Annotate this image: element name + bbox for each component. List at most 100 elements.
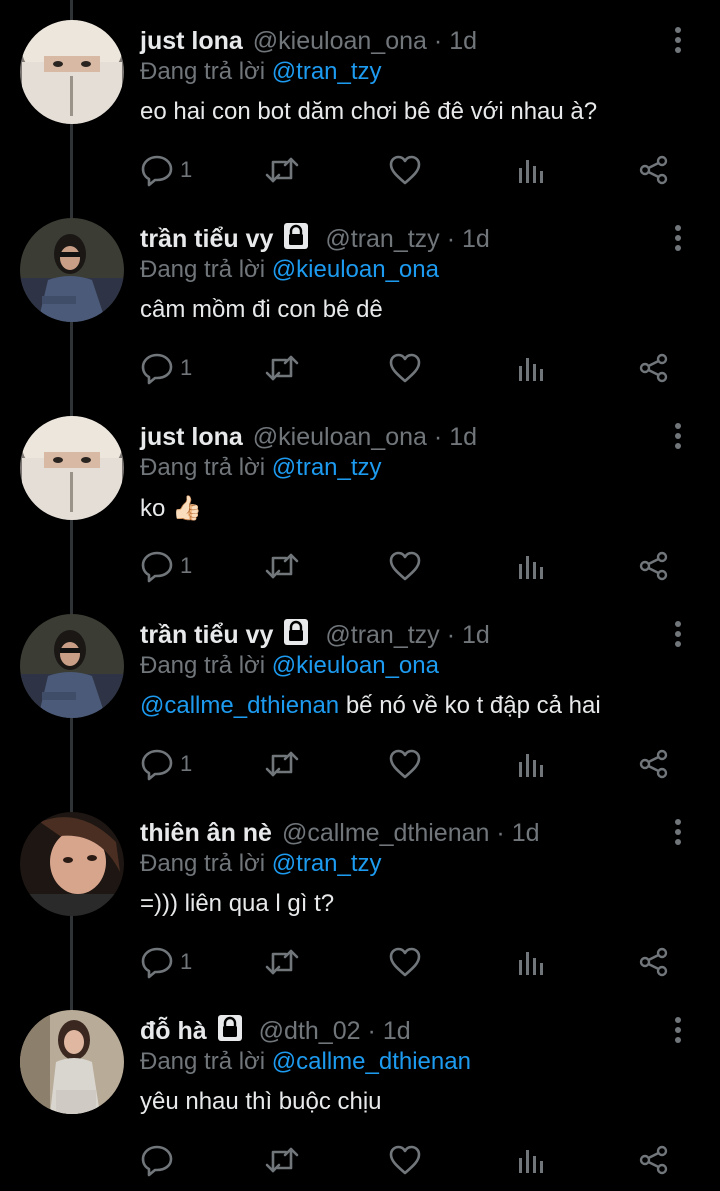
user-handle[interactable]: @kieuloan_ona: [253, 27, 427, 56]
share-icon: [638, 748, 670, 780]
replying-to-handle[interactable]: @callme_dthienan: [272, 1048, 471, 1075]
tweet-header: trần tiểu vy @tran_tzy · 1d: [140, 618, 490, 652]
like-button[interactable]: [388, 746, 422, 782]
avatar-just-lona[interactable]: [20, 20, 124, 124]
retweet-icon: [264, 153, 300, 187]
tweet-actions: 1: [140, 944, 700, 980]
more-icon[interactable]: [668, 1016, 688, 1044]
user-handle[interactable]: @kieuloan_ona: [253, 423, 427, 452]
mention-link[interactable]: @callme_dthienan: [140, 692, 339, 719]
display-name[interactable]: trần tiểu vy: [140, 621, 273, 650]
tweet-actions: 1: [140, 548, 700, 584]
reply-button[interactable]: 1: [140, 152, 192, 188]
user-handle[interactable]: @tran_tzy: [325, 225, 439, 254]
user-handle[interactable]: @callme_dthienan: [282, 819, 489, 848]
tweet-body: =))) liên qua l gì t?: [140, 890, 335, 917]
tweet[interactable]: đỗ hà @dth_02 · 1d Đang trả lời @callme_…: [0, 990, 720, 1188]
tweet[interactable]: thiên ân nè @callme_dthienan · 1d Đang t…: [0, 792, 720, 990]
lock-icon: [283, 222, 309, 257]
retweet-button[interactable]: [264, 1142, 300, 1178]
share-button[interactable]: [638, 350, 670, 386]
avatar-just-lona[interactable]: [20, 416, 124, 520]
views-icon: [516, 749, 546, 779]
more-icon[interactable]: [668, 26, 688, 54]
like-button[interactable]: [388, 350, 422, 386]
more-icon[interactable]: [668, 422, 688, 450]
tweet[interactable]: just lona @kieuloan_ona · 1d Đang trả lờ…: [0, 0, 720, 198]
tweet[interactable]: just lona @kieuloan_ona · 1d Đang trả lờ…: [0, 396, 720, 594]
retweet-button[interactable]: [264, 152, 300, 188]
reply-button[interactable]: 1: [140, 548, 192, 584]
retweet-icon: [264, 747, 300, 781]
replying-to-handle[interactable]: @kieuloan_ona: [272, 652, 439, 679]
user-handle[interactable]: @dth_02: [259, 1017, 361, 1046]
replying-to-handle[interactable]: @tran_tzy: [272, 58, 382, 85]
avatar-tran-tieu-vy[interactable]: [20, 614, 124, 718]
user-handle[interactable]: @tran_tzy: [325, 621, 439, 650]
timestamp[interactable]: 1d: [462, 225, 490, 254]
replying-to: Đang trả lời @tran_tzy: [140, 58, 382, 86]
tweet[interactable]: trần tiểu vy @tran_tzy · 1d Đang trả lời…: [0, 594, 720, 792]
like-icon: [388, 154, 422, 186]
like-button[interactable]: [388, 548, 422, 584]
display-name[interactable]: thiên ân nè: [140, 819, 272, 848]
share-button[interactable]: [638, 944, 670, 980]
replying-to: Đang trả lời @tran_tzy: [140, 850, 382, 878]
like-icon: [388, 946, 422, 978]
more-icon[interactable]: [668, 224, 688, 252]
views-button[interactable]: [516, 944, 546, 980]
timestamp[interactable]: 1d: [449, 27, 477, 56]
views-icon: [516, 947, 546, 977]
retweet-button[interactable]: [264, 548, 300, 584]
share-button[interactable]: [638, 1142, 670, 1178]
share-button[interactable]: [638, 746, 670, 782]
like-button[interactable]: [388, 1142, 422, 1178]
share-button[interactable]: [638, 548, 670, 584]
replying-to-handle[interactable]: @tran_tzy: [272, 454, 382, 481]
reply-button[interactable]: 1: [140, 746, 192, 782]
more-icon[interactable]: [668, 620, 688, 648]
views-icon: [516, 155, 546, 185]
like-button[interactable]: [388, 152, 422, 188]
tweet-header: just lona @kieuloan_ona · 1d: [140, 420, 477, 454]
separator-dot: ·: [446, 224, 456, 253]
replying-to-handle[interactable]: @kieuloan_ona: [272, 256, 439, 283]
views-button[interactable]: [516, 746, 546, 782]
retweet-button[interactable]: [264, 944, 300, 980]
more-icon[interactable]: [668, 818, 688, 846]
timestamp[interactable]: 1d: [449, 423, 477, 452]
timestamp[interactable]: 1d: [462, 621, 490, 650]
views-button[interactable]: [516, 1142, 546, 1178]
retweet-button[interactable]: [264, 746, 300, 782]
replying-to-handle[interactable]: @tran_tzy: [272, 850, 382, 877]
like-button[interactable]: [388, 944, 422, 980]
avatar-tran-tieu-vy[interactable]: [20, 218, 124, 322]
like-icon: [388, 550, 422, 582]
share-button[interactable]: [638, 152, 670, 188]
timestamp[interactable]: 1d: [512, 819, 540, 848]
separator-dot: ·: [446, 620, 456, 649]
views-button[interactable]: [516, 350, 546, 386]
reply-button[interactable]: 1: [140, 350, 192, 386]
display-name[interactable]: trần tiểu vy: [140, 225, 273, 254]
tweet-header: just lona @kieuloan_ona · 1d: [140, 24, 477, 58]
views-button[interactable]: [516, 152, 546, 188]
reply-icon: [140, 747, 174, 781]
tweet-text: eo hai con bot dăm chơi bê đê với nhau à…: [140, 98, 597, 126]
timestamp[interactable]: 1d: [383, 1017, 411, 1046]
views-button[interactable]: [516, 548, 546, 584]
display-name[interactable]: just lona: [140, 423, 243, 452]
avatar-do-ha[interactable]: [20, 1010, 124, 1114]
reply-icon: [140, 153, 174, 187]
reply-icon: [140, 945, 174, 979]
retweet-button[interactable]: [264, 350, 300, 386]
reply-button[interactable]: 1: [140, 944, 192, 980]
avatar-thien-an[interactable]: [20, 812, 124, 916]
tweet[interactable]: trần tiểu vy @tran_tzy · 1d Đang trả lời…: [0, 198, 720, 396]
views-icon: [516, 1145, 546, 1175]
display-name[interactable]: đỗ hà: [140, 1017, 207, 1046]
tweet-actions: 1: [140, 152, 700, 188]
reply-button[interactable]: [140, 1142, 174, 1178]
tweet-body: ko 👍🏻: [140, 495, 202, 522]
display-name[interactable]: just lona: [140, 27, 243, 56]
